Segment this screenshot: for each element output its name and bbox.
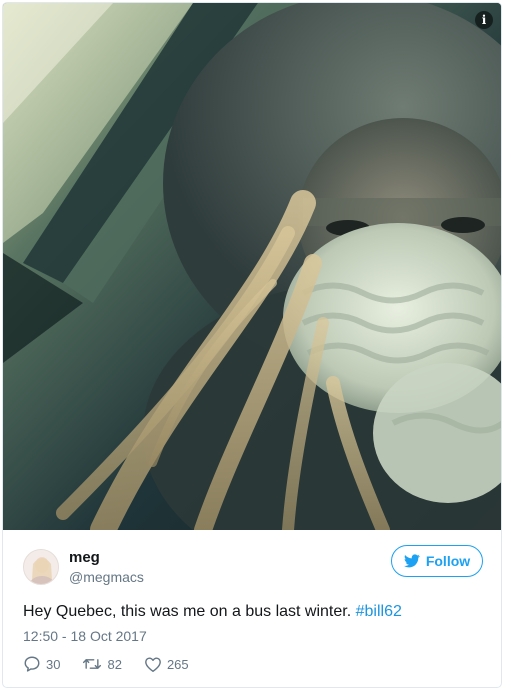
follow-button[interactable]: Follow (391, 545, 483, 577)
author-handle[interactable]: @megmacs (69, 569, 144, 585)
tweet-photo[interactable]: i (3, 3, 501, 530)
hashtag-link[interactable]: #bill62 (356, 603, 402, 620)
retweet-icon (83, 659, 102, 669)
like-button[interactable]: 265 (144, 656, 189, 673)
retweet-count: 82 (107, 656, 122, 672)
like-count: 265 (166, 656, 189, 672)
tweet-card: i meg @megmacs Follow Hey Quebec, this w… (2, 2, 502, 688)
photo-selfie-bus (3, 3, 501, 530)
tweet-header: meg @megmacs Follow (23, 545, 483, 585)
reply-count: 30 (46, 656, 61, 672)
tweet-text-body: Hey Quebec, this was me on a bus last wi… (23, 603, 356, 620)
retweet-button[interactable]: 82 (82, 655, 122, 673)
info-icon[interactable]: i (475, 11, 493, 29)
author-name[interactable]: meg (69, 549, 100, 566)
twitter-bird-icon (403, 554, 420, 568)
tweet-text: Hey Quebec, this was me on a bus last wi… (23, 603, 402, 621)
heart-icon (145, 656, 161, 672)
avatar-image (24, 550, 58, 584)
reply-button[interactable]: 30 (23, 655, 60, 673)
follow-label: Follow (425, 553, 471, 569)
tweet-actions: 30 82 265 (23, 654, 211, 674)
avatar[interactable] (23, 549, 59, 585)
tweet-timestamp[interactable]: 12:50 - 18 Oct 2017 (23, 628, 147, 644)
reply-icon (24, 656, 40, 672)
